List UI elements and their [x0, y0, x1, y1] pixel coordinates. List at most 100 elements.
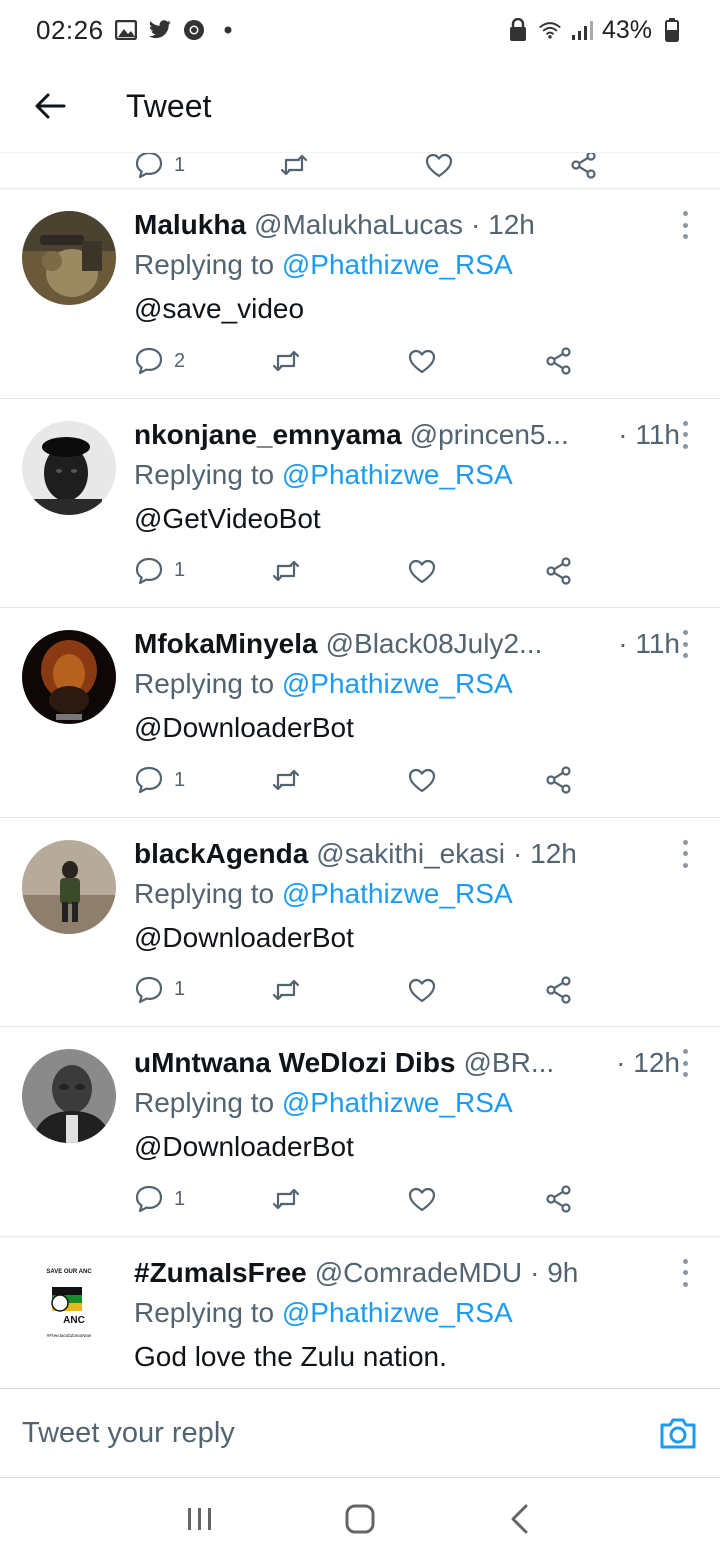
status-time: 02:26 [36, 14, 104, 45]
author-name[interactable]: blackAgenda [134, 836, 308, 872]
chevron-left-icon [511, 1504, 528, 1534]
twitter-icon [148, 18, 172, 42]
reply-count: 1 [174, 1187, 186, 1210]
avatar[interactable] [22, 630, 116, 724]
share-button[interactable] [544, 346, 681, 376]
replying-to-line: Replying to @Phathizwe_RSA [134, 453, 680, 497]
like-icon [408, 1187, 436, 1212]
tweet-item[interactable]: uMntwana WeDlozi Dibs @BR... · 12h Reply… [0, 1026, 720, 1236]
avatar[interactable] [22, 1049, 116, 1143]
replying-to-link[interactable]: @Phathizwe_RSA [282, 459, 513, 490]
share-icon [545, 766, 571, 794]
like-button[interactable] [407, 346, 544, 376]
avatar[interactable]: SAVE OUR ANC ANC #FreeJacobZumaNow [22, 1258, 116, 1353]
share-button[interactable] [569, 153, 714, 180]
like-button[interactable] [407, 975, 544, 1005]
tweet-actions: 1 [134, 551, 680, 591]
retweet-button[interactable] [279, 153, 424, 180]
share-icon [545, 556, 571, 585]
previous-tweet-actions: 1 [0, 152, 720, 188]
replying-label: Replying to [134, 877, 275, 909]
more-icon[interactable] [678, 839, 692, 868]
tweet-time: · 11h [618, 418, 680, 450]
like-button[interactable] [424, 153, 569, 180]
share-button[interactable] [544, 556, 681, 586]
reply-button[interactable]: 1 [134, 975, 271, 1005]
avatar[interactable] [22, 839, 116, 934]
more-icon[interactable] [678, 211, 692, 239]
author-handle: @MalukhaLucas [254, 209, 464, 240]
tweet-text[interactable]: @DownloaderBot [134, 916, 680, 960]
reply-button[interactable]: 1 [134, 765, 271, 795]
tweet-item[interactable]: nkonjane_emnyama @princen5... · 11h Repl… [0, 397, 720, 608]
share-button[interactable] [544, 765, 681, 795]
reply-button[interactable]: 1 [134, 153, 279, 180]
replying-to-line: Replying to @Phathizwe_RSA [134, 662, 680, 706]
replying-label: Replying to [134, 668, 275, 699]
retweet-button[interactable] [271, 975, 408, 1005]
retweet-button[interactable] [271, 765, 408, 795]
avatar-bottom-text: #FreeJacobZumaNow [47, 1333, 92, 1338]
system-back-button[interactable] [490, 1489, 550, 1549]
reply-button[interactable]: 1 [134, 556, 271, 586]
replying-to-link[interactable]: @Phathizwe_RSA [282, 1297, 513, 1328]
share-button[interactable] [544, 1184, 681, 1214]
author-handle: @sakithi_ekasi [316, 837, 506, 869]
retweet-icon [272, 769, 299, 791]
tweet-text[interactable]: @DownloaderBot [134, 1125, 680, 1169]
back-arrow-icon [35, 93, 66, 119]
battery-level: 43% [601, 15, 652, 44]
more-icon[interactable] [678, 1258, 692, 1287]
tweet-item[interactable]: blackAgenda @sakithi_ekasi · 12h Replyin… [0, 816, 720, 1027]
like-button[interactable] [407, 765, 544, 795]
author-name[interactable]: #ZumaIsFree [134, 1255, 307, 1291]
replying-to-link[interactable]: @Phathizwe_RSA [282, 1087, 513, 1118]
home-button[interactable] [330, 1489, 390, 1549]
reply-icon [135, 557, 163, 584]
app-header: Tweet [0, 60, 720, 152]
tweet-text[interactable]: @GetVideoBot [134, 497, 680, 541]
tweet-item[interactable]: Malukha @MalukhaLucas · 12h Replying to … [0, 188, 720, 398]
author-name[interactable]: Malukha [134, 207, 246, 243]
tweet-actions: 2 [134, 341, 680, 381]
camera-button[interactable] [658, 1413, 698, 1453]
recent-apps-button[interactable] [170, 1489, 230, 1549]
author-name[interactable]: MfokaMinyela [134, 626, 318, 662]
author-name[interactable]: uMntwana WeDlozi Dibs [134, 1045, 456, 1081]
replying-to-line: Replying to @Phathizwe_RSA [134, 872, 680, 916]
battery-icon [660, 18, 684, 42]
back-button[interactable] [0, 60, 100, 152]
tweet-text[interactable]: @save_video [134, 287, 680, 331]
retweet-icon [280, 154, 308, 176]
avatar[interactable] [22, 420, 116, 515]
replying-to-link[interactable]: @Phathizwe_RSA [282, 878, 513, 909]
share-button[interactable] [544, 975, 681, 1005]
more-icon[interactable] [678, 630, 692, 658]
like-icon [408, 559, 436, 583]
author-name[interactable]: nkonjane_emnyama [134, 417, 402, 453]
more-icon[interactable] [678, 420, 692, 449]
reply-button[interactable]: 2 [134, 346, 271, 376]
tweet-item[interactable]: MfokaMinyela @Black08July2... · 11h Repl… [0, 607, 720, 817]
reply-input[interactable]: Tweet your reply [22, 1417, 235, 1450]
like-icon [425, 153, 453, 178]
tweet-text[interactable]: @DownloaderBot [134, 706, 680, 750]
page-title: Tweet [126, 87, 212, 124]
like-button[interactable] [407, 556, 544, 586]
author-handle: @BR... [463, 1047, 555, 1078]
more-icon[interactable] [678, 1049, 692, 1077]
recent-apps-icon [188, 1508, 211, 1530]
lock-icon [506, 18, 530, 42]
reply-composer[interactable]: Tweet your reply [0, 1388, 720, 1478]
replying-to-link[interactable]: @Phathizwe_RSA [282, 668, 513, 699]
retweet-button[interactable] [271, 556, 408, 586]
retweet-button[interactable] [271, 346, 408, 376]
author-handle: @princen5... [409, 418, 569, 450]
replying-to-link[interactable]: @Phathizwe_RSA [282, 249, 513, 280]
reply-count: 1 [174, 153, 186, 176]
retweet-button[interactable] [271, 1184, 408, 1214]
avatar[interactable] [22, 211, 116, 305]
like-button[interactable] [407, 1184, 544, 1214]
reply-button[interactable]: 1 [134, 1184, 271, 1214]
reply-icon [135, 766, 163, 794]
